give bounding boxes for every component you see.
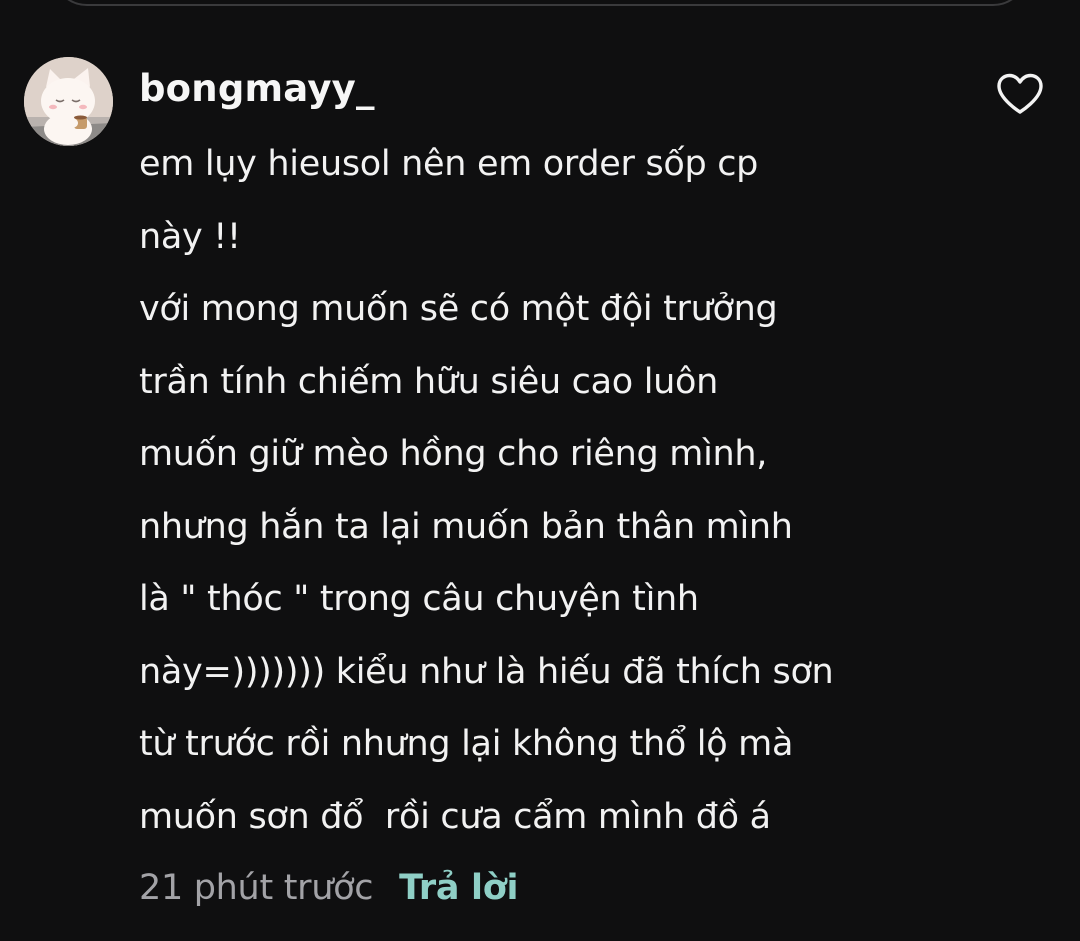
comment-line: em lụy hieusol nên em order sốp cp (139, 144, 759, 184)
reply-button[interactable]: Trả lời (399, 868, 518, 908)
comment-line: muốn giữ mèo hồng cho riêng mình, (139, 434, 768, 474)
comment-line: trần tính chiếm hữu siêu cao luôn (139, 361, 719, 402)
comment-line: là " thóc " trong câu chuyện tình (139, 579, 699, 619)
comment-text: em lụy hieusol nên em order sốp cp này !… (139, 128, 959, 853)
comment-input-edge[interactable] (52, 0, 1028, 6)
comment-meta: 21 phút trước Trả lời (139, 858, 519, 918)
cat-avatar-icon (24, 57, 113, 146)
comment-line: này=))))))) kiểu như là hiếu đã thích sơ… (139, 651, 834, 692)
comment-line: muốn sơn đổ rồi cưa cẩm mình đồ á (139, 796, 771, 837)
avatar[interactable] (24, 57, 113, 146)
heart-outline-icon (997, 73, 1043, 114)
comment-line: này !! (139, 216, 241, 257)
timestamp: 21 phút trước (139, 868, 374, 908)
like-button[interactable] (992, 66, 1048, 122)
comment-line: từ trước rồi nhưng lại không thổ lộ mà (139, 724, 794, 764)
comment-line: với mong muốn sẽ có một đội trưởng (139, 289, 778, 329)
comment-screen: bongmayy_ em lụy hieusol nên em order số… (0, 0, 1080, 941)
username[interactable]: bongmayy_ (139, 62, 375, 116)
comment-line: nhưng hắn ta lại muốn bản thân mình (139, 506, 793, 547)
